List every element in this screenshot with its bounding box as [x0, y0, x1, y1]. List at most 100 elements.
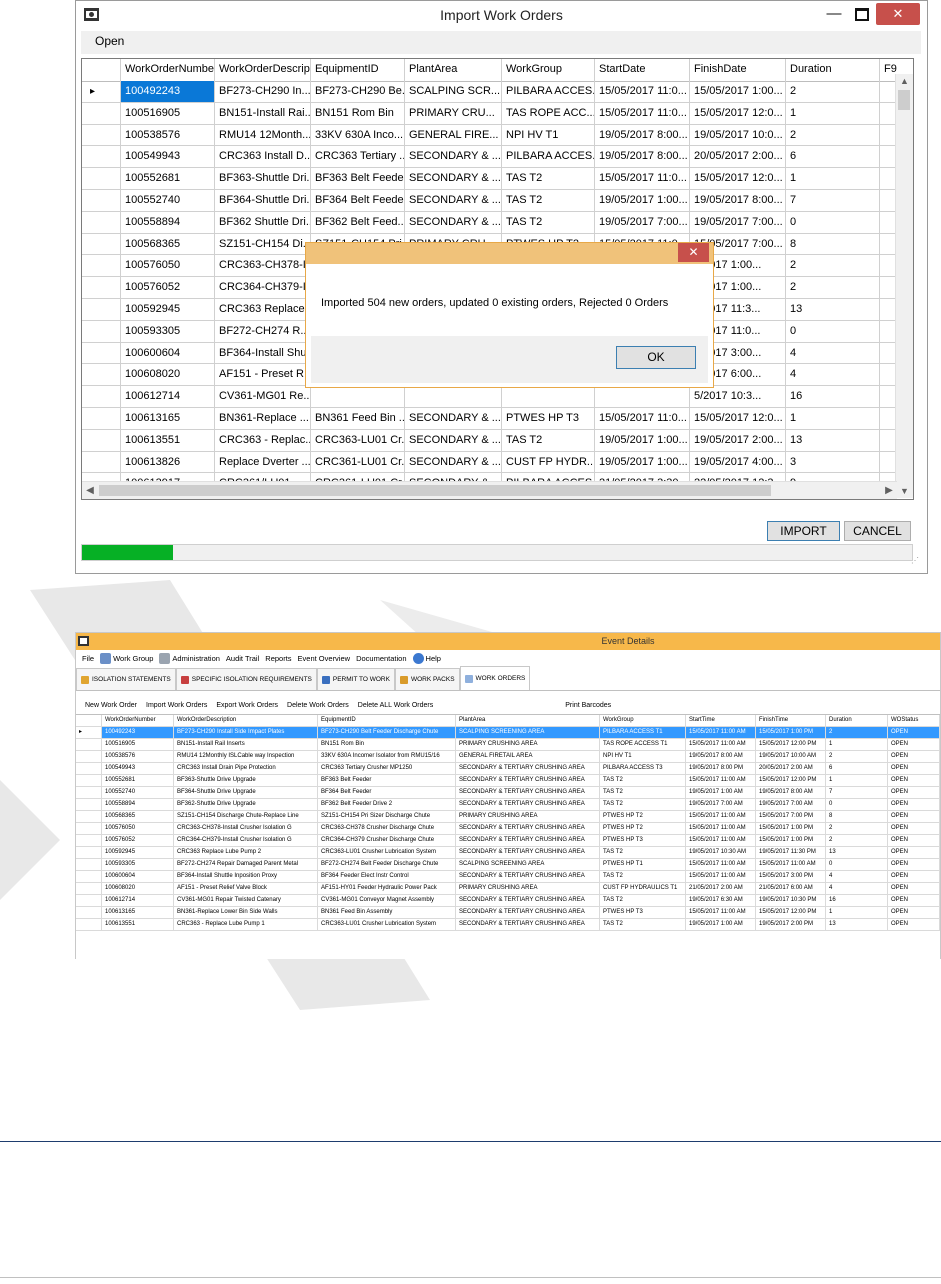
- table-cell[interactable]: 0: [826, 859, 888, 870]
- table-cell[interactable]: SECONDARY & TERTIARY CRUSHING AREA: [456, 895, 600, 906]
- table-cell[interactable]: CRC364-CH379-Install Crusher Isolation G: [174, 835, 318, 846]
- row-header[interactable]: [82, 168, 121, 189]
- table-cell[interactable]: 19/05/2017 1:00...: [595, 189, 690, 211]
- table-row[interactable]: 100592945 CRC363 Replace Lube Pump 2 CRC36…: [76, 847, 940, 859]
- table-cell[interactable]: 2: [786, 124, 880, 146]
- table-cell[interactable]: Replace Dverter ...: [215, 451, 311, 473]
- table-cell[interactable]: OPEN: [888, 835, 940, 846]
- table-cell[interactable]: CRC363 Install D...: [215, 146, 311, 168]
- table-cell[interactable]: 19/05/2017 8:00...: [595, 146, 690, 168]
- table-cell[interactable]: 1: [826, 907, 888, 918]
- table-cell[interactable]: PTWES HP T3: [502, 407, 595, 429]
- table-cell[interactable]: AF151-HY01 Feeder Hydraulic Power Pack: [318, 883, 456, 894]
- horizontal-scrollbar[interactable]: ◀ ▶: [82, 481, 897, 499]
- row-header[interactable]: [82, 298, 121, 320]
- column-header[interactable]: StartTime: [686, 715, 756, 726]
- table-cell[interactable]: PTWES HP T3: [600, 835, 686, 846]
- table-cell[interactable]: CUST FP HYDRAULICS T1: [600, 883, 686, 894]
- table-cell[interactable]: 19/05/2017 1:00...: [595, 451, 690, 473]
- table-cell[interactable]: BF273-CH290 Be...: [311, 81, 405, 102]
- table-cell[interactable]: 2: [786, 81, 880, 102]
- table-cell[interactable]: 15/05/2017 11:00 AM: [686, 871, 756, 882]
- table-cell[interactable]: 7: [786, 189, 880, 211]
- table-cell[interactable]: 2: [826, 823, 888, 834]
- table-cell[interactable]: 15/05/2017 11:00 AM: [686, 811, 756, 822]
- table-cell[interactable]: 20/05/2017 2:00...: [690, 146, 786, 168]
- table-cell[interactable]: OPEN: [888, 739, 940, 750]
- menu-item[interactable]: Documentation: [356, 654, 406, 663]
- table-cell[interactable]: SECONDARY & ...: [405, 189, 502, 211]
- table-cell[interactable]: PTWES HP T2: [600, 811, 686, 822]
- table-cell[interactable]: PILBARA ACCESS T3: [600, 763, 686, 774]
- table-cell[interactable]: BF273-CH290 Belt Feeder Discharge Chute: [318, 727, 456, 738]
- row-header[interactable]: [82, 429, 121, 451]
- toolbar-button[interactable]: Import Work Orders: [146, 702, 207, 709]
- table-cell[interactable]: BF364 Belt Feeder: [318, 787, 456, 798]
- row-header[interactable]: [82, 233, 121, 255]
- table-cell[interactable]: PRIMARY CRU...: [405, 102, 502, 124]
- table-cell[interactable]: TAS ROPE ACC...: [502, 102, 595, 124]
- table-row[interactable]: 100558894 BF362 Shuttle Dri... BF362 Belt …: [82, 211, 913, 234]
- table-cell[interactable]: OPEN: [888, 787, 940, 798]
- table-row[interactable]: 100558894 BF362-Shuttle Drive Upgrade BF36…: [76, 799, 940, 811]
- table-cell[interactable]: 2: [786, 255, 880, 277]
- row-header[interactable]: ▸: [76, 727, 102, 738]
- tab-work-packs[interactable]: WORK PACKS: [394, 668, 460, 690]
- table-cell[interactable]: 100613551: [121, 429, 215, 451]
- table-cell[interactable]: CRC363-CH378 Crusher Discharge Chute: [318, 823, 456, 834]
- table-cell[interactable]: BF362 Shuttle Dri...: [215, 211, 311, 233]
- table-row[interactable]: 100538576 RMU14 12Month... 33KV 630A Inco.…: [82, 124, 913, 147]
- table-cell[interactable]: BN361 Feed Bin ...: [311, 407, 405, 429]
- table-cell[interactable]: CRC363 Replace...: [215, 298, 311, 320]
- row-header[interactable]: [76, 775, 102, 786]
- table-row[interactable]: 100552681 BF363-Shuttle Dri... BF363 Belt …: [82, 168, 913, 190]
- row-header[interactable]: [76, 799, 102, 810]
- column-header[interactable]: PlantArea: [405, 59, 502, 81]
- table-cell[interactable]: SCALPING SCREENING AREA: [456, 859, 600, 870]
- table-cell[interactable]: OPEN: [888, 907, 940, 918]
- table-cell[interactable]: 1: [786, 168, 880, 189]
- table-cell[interactable]: PILBARA ACCES...: [502, 81, 595, 102]
- table-cell[interactable]: 15/05/2017 12:0...: [690, 102, 786, 124]
- column-header[interactable]: WorkOrderDescript: [215, 59, 311, 81]
- table-cell[interactable]: SECONDARY & ...: [405, 451, 502, 473]
- table-cell[interactable]: PRIMARY CRUSHING AREA: [456, 883, 600, 894]
- table-cell[interactable]: CRC363 - Replac...: [215, 429, 311, 451]
- table-cell[interactable]: [502, 386, 595, 407]
- table-cell[interactable]: RMU14 12Month...: [215, 124, 311, 146]
- table-cell[interactable]: 15/05/2017 12:00 PM: [756, 739, 826, 750]
- table-cell[interactable]: BF362-Shuttle Drive Upgrade: [174, 799, 318, 810]
- table-row[interactable]: 100516905 BN151-Install Rai... BN151 Rom B…: [82, 102, 913, 125]
- row-header[interactable]: [76, 787, 102, 798]
- table-cell[interactable]: BN361-Replace ...: [215, 407, 311, 429]
- table-cell[interactable]: SECONDARY & ...: [405, 146, 502, 168]
- table-cell[interactable]: CV361-MG01 Repair Twisted Catenary: [174, 895, 318, 906]
- table-cell[interactable]: GENERAL FIRE...: [405, 124, 502, 146]
- table-row[interactable]: 100613551 CRC363 - Replac... CRC363-LU01 C…: [82, 429, 913, 452]
- table-cell[interactable]: BN151 Rom Bin: [311, 102, 405, 124]
- table-cell[interactable]: CRC363 Replace Lube Pump 2: [174, 847, 318, 858]
- table-cell[interactable]: OPEN: [888, 823, 940, 834]
- table-cell[interactable]: SECONDARY & ...: [405, 168, 502, 189]
- tab-work-orders[interactable]: WORK ORDERS: [459, 666, 531, 690]
- table-cell[interactable]: SECONDARY & ...: [405, 429, 502, 451]
- row-header[interactable]: [76, 811, 102, 822]
- table-cell[interactable]: 100613826: [121, 451, 215, 473]
- table-cell[interactable]: CRC363 - Replace Lube Pump 1: [174, 919, 318, 930]
- table-cell[interactable]: SZ151-CH154 Discharge Chute-Replace Line: [174, 811, 318, 822]
- column-header[interactable]: WorkGroup: [502, 59, 595, 81]
- table-cell[interactable]: CRC363 Install Drain Pipe Protection: [174, 763, 318, 774]
- table-cell[interactable]: 100492243: [121, 81, 215, 102]
- table-cell[interactable]: OPEN: [888, 811, 940, 822]
- table-cell[interactable]: 15/05/2017 11:00 AM: [686, 823, 756, 834]
- table-cell[interactable]: BF273-CH290 In...: [215, 81, 311, 102]
- table-cell[interactable]: SCALPING SCREENING AREA: [456, 727, 600, 738]
- scroll-down-icon[interactable]: ▼: [896, 484, 913, 498]
- menu-open[interactable]: Open: [95, 34, 124, 48]
- column-header[interactable]: EquipmentID: [318, 715, 456, 726]
- table-cell[interactable]: 2: [826, 751, 888, 762]
- tab-permit-to-work[interactable]: PERMIT TO WORK: [316, 668, 395, 690]
- table-cell[interactable]: 19/05/2017 8:00...: [595, 124, 690, 146]
- table-cell[interactable]: 19/05/2017 2:00...: [690, 429, 786, 451]
- table-cell[interactable]: BF364-Install Shuttle Inposition Proxy: [174, 871, 318, 882]
